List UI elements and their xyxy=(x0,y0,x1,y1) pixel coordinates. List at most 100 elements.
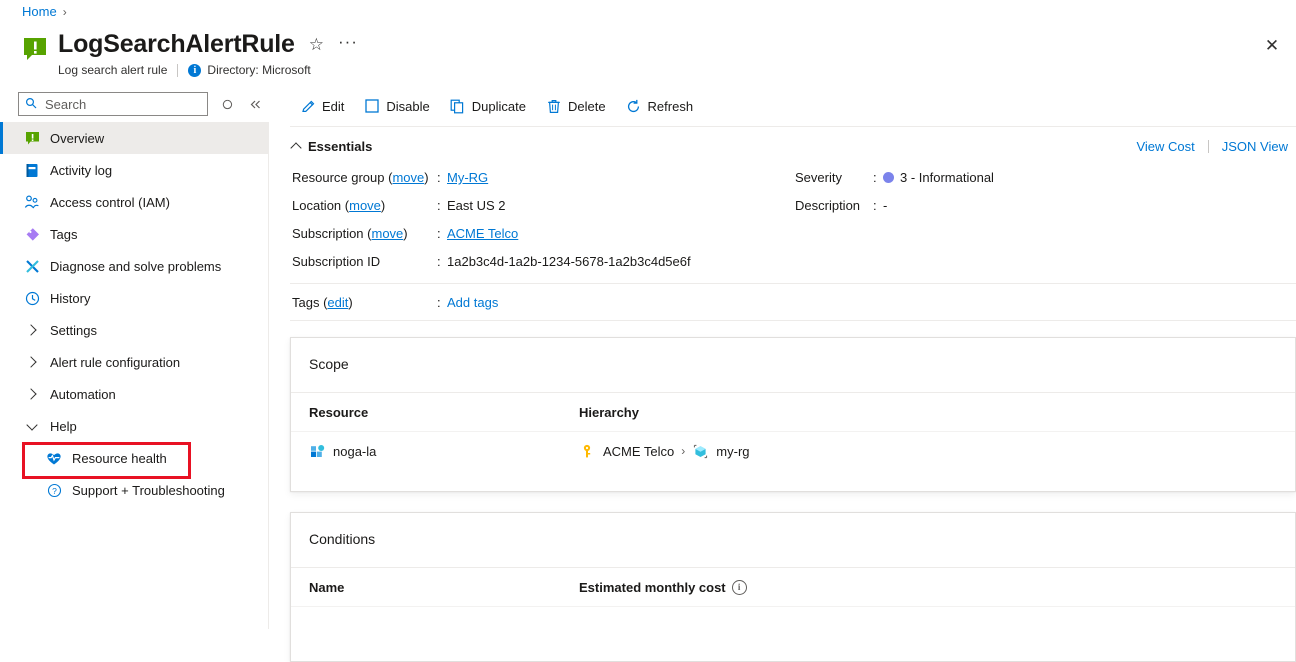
field-label: Description xyxy=(795,198,861,213)
divider xyxy=(1207,140,1209,153)
svg-text:?: ? xyxy=(52,486,57,496)
field-value: 1a2b3c4d-1a2b-1234-5678-1a2b3c4d5e6f xyxy=(447,254,691,269)
info-icon[interactable]: i xyxy=(731,579,747,595)
essentials-row-subscription: Subscription (move) : ACME Telco xyxy=(292,226,772,254)
breadcrumb-home[interactable]: Home xyxy=(22,4,57,19)
sidebar-item-label: Activity log xyxy=(50,162,113,178)
delete-button[interactable]: Delete xyxy=(536,91,616,121)
chevron-right-icon xyxy=(24,386,40,402)
sidebar-item-access-control[interactable]: Access control (IAM) xyxy=(0,186,268,218)
clock-icon xyxy=(24,290,40,306)
add-tags-link[interactable]: Add tags xyxy=(447,295,498,310)
field-label: Tags (edit) xyxy=(292,295,353,310)
more-options-icon[interactable]: ··· xyxy=(338,33,358,50)
people-icon xyxy=(24,194,40,210)
activity-log-icon xyxy=(24,162,40,178)
column-header-name: Name xyxy=(309,579,345,595)
hierarchy-resource-group: my-rg xyxy=(716,443,750,459)
sidebar-group-settings[interactable]: Settings xyxy=(0,314,268,346)
collapse-sidebar-icon[interactable] xyxy=(244,93,266,115)
essentials-row-location: Location (move) : East US 2 xyxy=(292,198,772,226)
sidebar-group-help[interactable]: Help xyxy=(0,410,268,442)
page-title-block: LogSearchAlertRule ☆ ··· Log search aler… xyxy=(22,28,358,77)
scope-table-header: Resource Hierarchy xyxy=(291,393,1295,431)
field-value[interactable]: My-RG xyxy=(447,170,488,185)
field-value: - xyxy=(883,198,888,213)
sidebar-item-label: History xyxy=(50,290,91,306)
sidebar-item-resource-health[interactable]: Resource health xyxy=(0,442,268,474)
sidebar-group-alert-rule-configuration[interactable]: Alert rule configuration xyxy=(0,346,268,378)
sidebar-item-label: Overview xyxy=(50,130,105,146)
divider xyxy=(177,63,179,77)
edit-tags-link[interactable]: edit xyxy=(327,295,348,310)
close-blade-button[interactable]: ✕ xyxy=(1256,30,1288,62)
conditions-title: Conditions xyxy=(309,531,376,547)
column-header-hierarchy: Hierarchy xyxy=(579,404,639,420)
sidebar-item-label: Alert rule configuration xyxy=(50,354,181,370)
question-circle-icon: ? xyxy=(46,482,62,498)
table-row[interactable]: noga-la ACME Telco › my-rg xyxy=(291,431,1295,470)
edit-button[interactable]: Edit xyxy=(290,91,354,121)
field-label: Location (move) xyxy=(292,198,386,213)
table-row[interactable] xyxy=(291,606,1295,645)
sidebar-item-support-troubleshooting[interactable]: ? Support + Troubleshooting xyxy=(0,474,268,506)
colon: : xyxy=(873,170,877,185)
sidebar-item-label: Tags xyxy=(50,226,78,242)
duplicate-button[interactable]: Duplicate xyxy=(440,91,536,121)
essentials-toggle[interactable]: Essentials xyxy=(290,139,372,154)
search-box[interactable] xyxy=(18,92,208,116)
view-cost-link[interactable]: View Cost xyxy=(1136,139,1194,154)
page-title: LogSearchAlertRule xyxy=(58,30,295,58)
field-value[interactable]: ACME Telco xyxy=(447,226,518,241)
sidebar-search-row xyxy=(18,92,266,116)
colon: : xyxy=(873,198,877,213)
essentials-row-tags: Tags (edit) : Add tags xyxy=(292,295,498,310)
directory-label: Directory: Microsoft xyxy=(207,63,311,77)
sidebar-item-label: Resource health xyxy=(72,450,167,466)
scope-resource-cell: noga-la xyxy=(309,443,579,459)
pin-blade-icon[interactable] xyxy=(216,93,238,115)
sidebar-item-activity-log[interactable]: Activity log xyxy=(0,154,268,186)
severity-indicator-dot xyxy=(883,172,894,183)
sidebar-item-label: Settings xyxy=(50,322,97,338)
command-toolbar: Edit Disable Duplicate Delete Refresh xyxy=(290,90,1296,122)
button-label: Edit xyxy=(322,98,345,114)
move-link[interactable]: move xyxy=(392,170,424,185)
sidebar-item-overview[interactable]: Overview xyxy=(0,122,268,154)
refresh-button[interactable]: Refresh xyxy=(616,91,704,121)
log-search-alert-rule-icon xyxy=(22,36,48,62)
page-subtitle: Log search alert rule i Directory: Micro… xyxy=(58,63,358,77)
move-link[interactable]: move xyxy=(372,226,404,241)
colon: : xyxy=(437,295,441,310)
essentials-left-column: Resource group (move) : My-RG Location (… xyxy=(292,170,772,282)
colon: : xyxy=(437,226,441,241)
scope-title: Scope xyxy=(309,356,349,372)
sidebar-group-automation[interactable]: Automation xyxy=(0,378,268,410)
column-header-cost: Estimated monthly cost i xyxy=(579,579,1277,595)
sidebar-item-diagnose[interactable]: Diagnose and solve problems xyxy=(0,250,268,282)
sidebar-item-label: Support + Troubleshooting xyxy=(72,482,225,498)
disable-button[interactable]: Disable xyxy=(354,91,439,121)
search-input[interactable] xyxy=(43,95,197,113)
alert-rule-icon xyxy=(24,130,40,146)
sidebar-item-tags[interactable]: Tags xyxy=(0,218,268,250)
tag-icon xyxy=(24,226,40,242)
conditions-table-header: Name Estimated monthly cost i xyxy=(291,568,1295,606)
sidebar-navigation: Overview Activity log Access control (IA… xyxy=(0,122,269,629)
essentials-row-resource-group: Resource group (move) : My-RG xyxy=(292,170,772,198)
hierarchy-subscription: ACME Telco xyxy=(603,443,675,459)
field-label: Subscription (move) xyxy=(292,226,408,241)
favorite-star-icon[interactable]: ☆ xyxy=(309,36,324,53)
essentials-links: View Cost JSON View xyxy=(1136,139,1288,154)
field-value: 3 - Informational xyxy=(883,170,994,185)
essentials-divider xyxy=(290,283,1296,284)
field-label: Subscription ID xyxy=(292,254,381,269)
chevron-right-icon: › xyxy=(62,4,67,19)
heart-pulse-icon xyxy=(46,450,62,466)
sidebar-item-history[interactable]: History xyxy=(0,282,268,314)
move-link[interactable]: move xyxy=(349,198,381,213)
search-icon xyxy=(25,97,37,112)
scope-hierarchy-cell: ACME Telco › my-rg xyxy=(579,443,1277,459)
colon: : xyxy=(437,198,441,213)
json-view-link[interactable]: JSON View xyxy=(1222,139,1288,154)
